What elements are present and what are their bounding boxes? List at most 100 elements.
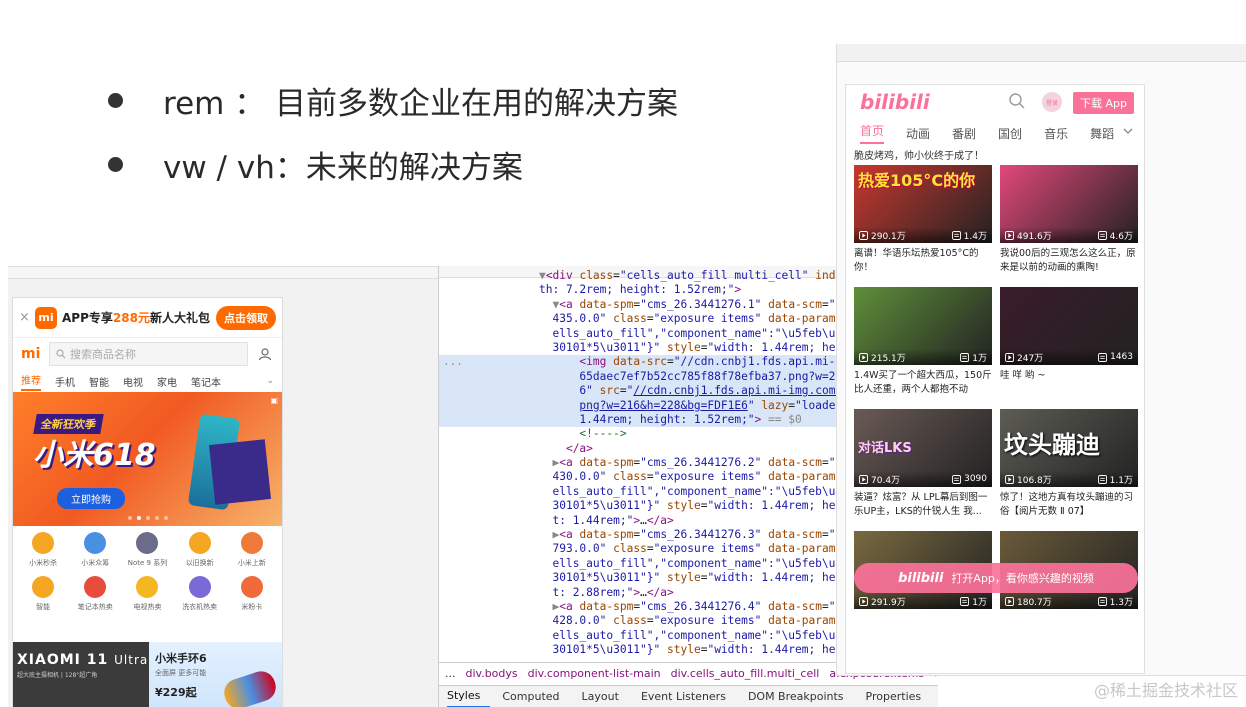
banner-dot[interactable] xyxy=(154,516,159,520)
tab-appliance[interactable]: 家电 xyxy=(157,374,177,389)
promo-suffix: 新人大礼包 xyxy=(149,311,210,325)
shortcut-item[interactable]: 笔记本热卖 xyxy=(69,576,121,612)
tab-laptop[interactable]: 笔记本 xyxy=(191,374,221,389)
card-title: 小米手环6 xyxy=(155,652,207,665)
tab-dom-breakpoints[interactable]: DOM Breakpoints xyxy=(748,686,854,707)
tab-phone[interactable]: 手机 xyxy=(55,374,75,389)
tab-layout[interactable]: Layout xyxy=(582,686,629,707)
play-count-value: 491.6万 xyxy=(1017,231,1052,242)
video-thumbnail[interactable]: 对话LKS 70.4万 3090 xyxy=(854,409,992,487)
danmaku-count: 1.1万 xyxy=(1097,473,1133,486)
video-card[interactable]: 491.6万 4.6万 我说00后的三观怎么这么正，原来是以前的动画的熏陶! xyxy=(1000,165,1138,287)
shortcut-label: 电视热卖 xyxy=(133,603,162,611)
shortcut-label: Note 9 系列 xyxy=(127,559,168,567)
xiaomi-11-ultra-card[interactable]: XIAOMI 11 Ultra 超大底主摄相机 | 128°超广角 xyxy=(13,642,149,707)
tab-home[interactable]: 首页 xyxy=(860,122,885,144)
promo-amount: 288元 xyxy=(112,311,150,325)
mi-search-row: mi 搜索商品名称 xyxy=(13,338,282,370)
download-app-button[interactable]: 下载 App xyxy=(1073,92,1134,114)
play-count: 491.6万 xyxy=(1005,229,1052,242)
video-title[interactable] xyxy=(1000,609,1138,653)
shortcut-icon xyxy=(188,532,211,554)
tab-anime[interactable]: 动画 xyxy=(906,125,930,142)
danmaku-count-value: 1.1万 xyxy=(1109,475,1133,486)
tab-styles[interactable]: Styles xyxy=(447,686,491,707)
avatar[interactable]: 登录 xyxy=(1042,92,1062,112)
bilibili-mobile-preview: bilibili 登录 下载 App 首页 动画 番剧 国创 音乐 舞蹈 脆皮烤… xyxy=(836,44,1246,676)
shortcut-item[interactable]: 电视热卖 xyxy=(121,576,173,612)
promo-prefix: APP专享 xyxy=(62,311,113,325)
shortcut-item[interactable]: 以旧换新 xyxy=(174,532,226,568)
user-icon[interactable] xyxy=(256,345,274,363)
node-actions-ellipsis[interactable]: ... xyxy=(443,355,463,368)
banner-dot[interactable] xyxy=(145,516,150,520)
play-icon xyxy=(1005,596,1014,606)
video-title[interactable]: 我说00后的三观怎么这么正，原来是以前的动画的熏陶! xyxy=(1000,243,1138,287)
shortcut-item[interactable]: 洗衣机热卖 xyxy=(174,576,226,612)
video-title[interactable]: 装逼？炫富？从 LPL幕后到图一乐UP主，LKS的什锐人生 我... xyxy=(854,487,992,531)
claim-button[interactable]: 点击领取 xyxy=(216,305,276,330)
mi-band-6-card[interactable]: 小米手环6 全面屏 更多可能 ¥229起 xyxy=(149,642,282,707)
list-item-title[interactable]: 脆皮烤鸡，帅小伙终于成了！ xyxy=(846,147,1144,165)
bili-channel-tabs: 首页 动画 番剧 国创 音乐 舞蹈 xyxy=(846,119,1144,147)
chevron-down-icon[interactable] xyxy=(1122,125,1134,140)
video-title[interactable]: 1.4W买了一个超大西瓜，150斤比人还重，两个人都抱不动 xyxy=(854,365,992,409)
chevron-down-icon[interactable]: ⌄ xyxy=(266,376,274,386)
video-thumbnail[interactable]: 坟头蹦迪 106.8万 1.1万 xyxy=(1000,409,1138,487)
banner-dot[interactable] xyxy=(163,516,168,520)
tab-properties[interactable]: Properties xyxy=(866,686,932,707)
video-title[interactable]: 惊了！这地方真有坟头蹦迪的习俗【阅片无数 Ⅱ 07】 xyxy=(1000,487,1138,531)
video-title[interactable]: 离谱！华语乐坛热爱105°C的你！ xyxy=(854,243,992,287)
mi-logo[interactable]: mi xyxy=(21,346,41,362)
tab-dance[interactable]: 舞蹈 xyxy=(1090,125,1114,142)
tab-tv[interactable]: 电视 xyxy=(123,374,143,389)
play-count-value: 215.1万 xyxy=(871,353,906,364)
close-icon[interactable]: × xyxy=(19,310,35,325)
video-card[interactable]: 坟头蹦迪 106.8万 1.1万 惊了！这地方真有坟头蹦迪的习俗【阅片无数 Ⅱ 07】 xyxy=(1000,409,1138,531)
video-stats: 70.4万 3090 xyxy=(854,471,992,487)
banner-dot[interactable] xyxy=(136,516,141,520)
shortcut-item[interactable]: Note 9 系列 xyxy=(121,532,173,568)
video-card[interactable]: 247万 1463 哇 咩 哟 ~ xyxy=(1000,287,1138,409)
video-title[interactable] xyxy=(854,609,992,653)
shortcut-item[interactable]: 小米上新 xyxy=(226,532,278,568)
video-thumbnail[interactable]: 491.6万 4.6万 xyxy=(1000,165,1138,243)
video-thumbnail[interactable]: 215.1万 1万 xyxy=(854,287,992,365)
buy-now-button[interactable]: 立即抢购 xyxy=(57,488,125,509)
tab-event-listeners[interactable]: Event Listeners xyxy=(641,686,736,707)
play-icon xyxy=(859,596,868,606)
danmaku-count-value: 1万 xyxy=(972,353,987,364)
tab-bangumi[interactable]: 番剧 xyxy=(952,125,976,142)
video-title[interactable]: 哇 咩 哟 ~ xyxy=(1000,365,1138,409)
shortcut-item[interactable]: 小米秒杀 xyxy=(17,532,69,568)
open-app-banner[interactable]: bilibili 打开App，看你感兴趣的视频 xyxy=(854,563,1138,593)
banner-dot[interactable] xyxy=(127,516,132,520)
video-card[interactable]: 热爱105°C的你 290.1万 1.4万 离谱！华语乐坛热爱105°C的你！ xyxy=(854,165,992,287)
tab-music[interactable]: 音乐 xyxy=(1044,125,1068,142)
video-thumbnail[interactable]: 247万 1463 xyxy=(1000,287,1138,365)
shortcut-label: 洗衣机热卖 xyxy=(182,603,218,611)
breadcrumb-item[interactable]: div.cells_auto_fill.multi_cell xyxy=(671,667,820,680)
shortcut-item[interactable]: 米粉卡 xyxy=(226,576,278,612)
tab-recommend[interactable]: 推荐 xyxy=(21,372,41,391)
video-card[interactable]: 对话LKS 70.4万 3090 装逼？炫富？从 LPL幕后到图一乐UP主，LKS的什… xyxy=(854,409,992,531)
tab-smart[interactable]: 智能 xyxy=(89,374,109,389)
bullet-text: rem ： 目前多数企业在用的解决方案 xyxy=(163,86,679,122)
breadcrumb-item[interactable]: div.bodys xyxy=(466,667,518,680)
bilibili-logo[interactable]: bilibili xyxy=(860,90,930,114)
tab-guochuang[interactable]: 国创 xyxy=(998,125,1022,142)
breadcrumb-item[interactable]: div.component-list-main xyxy=(528,667,661,680)
video-thumbnail[interactable]: 热爱105°C的你 290.1万 1.4万 xyxy=(854,165,992,243)
shortcut-item[interactable]: 智能 xyxy=(17,576,69,612)
search-input[interactable]: 搜索商品名称 xyxy=(49,342,248,366)
banner-corner-icon: ▣ xyxy=(270,396,278,405)
shortcut-label: 以旧换新 xyxy=(185,559,214,567)
search-icon xyxy=(56,349,66,359)
search-icon[interactable] xyxy=(1008,92,1026,114)
breadcrumb-item[interactable]: ... xyxy=(445,667,456,680)
video-card[interactable]: 215.1万 1万 1.4W买了一个超大西瓜，150斤比人还重，两个人都抱不动 xyxy=(854,287,992,409)
tab-computed[interactable]: Computed xyxy=(502,686,569,707)
shortcut-item[interactable]: 小米众筹 xyxy=(69,532,121,568)
mi-618-banner[interactable]: 全新狂欢季 小米618 立即抢购 ▣ xyxy=(13,392,282,526)
danmaku-icon xyxy=(1097,230,1107,240)
